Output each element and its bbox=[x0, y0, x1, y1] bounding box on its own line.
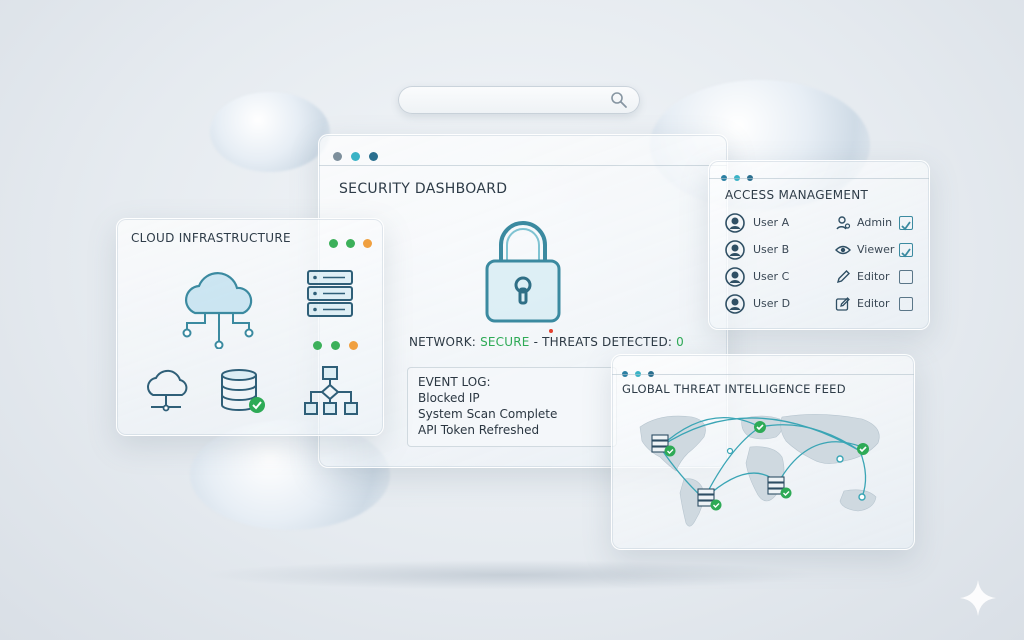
user-avatar-icon bbox=[725, 294, 745, 314]
threats-detected-label: THREATS DETECTED: bbox=[542, 335, 677, 349]
titlebar-divider bbox=[319, 165, 727, 166]
cloud-infrastructure-title: CLOUD INFRASTRUCTURE bbox=[131, 231, 291, 245]
event-log-heading: EVENT LOG: bbox=[418, 375, 491, 389]
permission-checkbox-unchecked[interactable] bbox=[899, 297, 913, 311]
cloud-upload-icon bbox=[141, 369, 191, 413]
permission-checkbox-checked[interactable] bbox=[899, 216, 913, 231]
window-dot-orange[interactable] bbox=[363, 239, 373, 248]
cloud-infrastructure-window: CLOUD INFRASTRUCTURE bbox=[116, 218, 384, 436]
window-controls bbox=[333, 146, 379, 165]
status-dot-orange bbox=[349, 341, 359, 350]
event-log-entry: API Token Refreshed bbox=[418, 423, 540, 437]
user-row[interactable]: User B Viewer bbox=[709, 238, 929, 264]
window-controls bbox=[721, 166, 754, 185]
cloud-decoration-top-left bbox=[210, 92, 330, 172]
pencil-icon bbox=[835, 269, 851, 285]
network-status-value: SECURE bbox=[480, 335, 530, 349]
titlebar-divider bbox=[612, 374, 914, 375]
edit-icon bbox=[835, 296, 851, 312]
threat-feed-window: GLOBAL THREAT INTELLIGENCE FEED bbox=[611, 354, 915, 550]
threats-detected-value: 0 bbox=[676, 335, 685, 349]
admin-user-icon bbox=[835, 215, 851, 231]
window-dot-green[interactable] bbox=[329, 239, 338, 248]
server-status-dots bbox=[313, 335, 359, 354]
event-log-entry: System Scan Complete bbox=[418, 407, 558, 421]
status-dot-green bbox=[331, 341, 341, 350]
event-log-box: EVENT LOG: Blocked IP System Scan Comple… bbox=[407, 367, 617, 447]
user-avatar-icon bbox=[725, 213, 745, 233]
network-status-label: NETWORK: bbox=[409, 335, 481, 349]
window-dot-gray[interactable] bbox=[333, 152, 342, 161]
user-row[interactable]: User C Editor bbox=[709, 265, 929, 291]
access-management-window: ACCESS MANAGEMENT User A Admin User B Vi… bbox=[708, 160, 930, 330]
permission-checkbox-checked[interactable] bbox=[899, 243, 913, 258]
user-row[interactable]: User A Admin bbox=[709, 211, 929, 237]
user-role: Viewer bbox=[857, 243, 895, 256]
search-icon[interactable] bbox=[610, 91, 628, 109]
cloud-network-icon bbox=[175, 269, 263, 349]
user-avatar-icon bbox=[725, 240, 745, 260]
search-bar[interactable] bbox=[398, 86, 640, 114]
user-role: Editor bbox=[857, 297, 890, 310]
threat-feed-title: GLOBAL THREAT INTELLIGENCE FEED bbox=[622, 382, 846, 396]
status-dot-green bbox=[313, 341, 322, 350]
user-avatar-icon bbox=[725, 267, 745, 287]
user-name: User B bbox=[753, 243, 790, 256]
window-dot-green[interactable] bbox=[346, 239, 356, 248]
eye-icon bbox=[835, 243, 851, 257]
security-dashboard-title: SECURITY DASHBOARD bbox=[339, 181, 508, 197]
window-dot-blue[interactable] bbox=[369, 152, 379, 161]
world-map-icon bbox=[630, 407, 902, 543]
flowchart-icon bbox=[303, 365, 359, 417]
network-status-line: NETWORK: SECURE - THREATS DETECTED: 0 bbox=[409, 335, 684, 349]
event-log-entry: Blocked IP bbox=[418, 391, 480, 405]
user-name: User C bbox=[753, 270, 790, 283]
alert-indicator-dot bbox=[549, 329, 553, 333]
user-role: Admin bbox=[857, 216, 893, 229]
padlock-icon bbox=[483, 215, 563, 325]
window-dot-teal[interactable] bbox=[351, 152, 361, 161]
window-controls bbox=[329, 233, 373, 252]
search-input[interactable] bbox=[410, 90, 604, 112]
user-role: Editor bbox=[857, 270, 890, 283]
titlebar-divider bbox=[709, 178, 929, 179]
user-list: User A Admin User B Viewer User C Editor… bbox=[709, 211, 929, 321]
window-controls bbox=[622, 362, 655, 381]
floor-shadow bbox=[200, 560, 820, 590]
access-management-title: ACCESS MANAGEMENT bbox=[725, 188, 869, 202]
server-rack-icon bbox=[305, 269, 355, 325]
user-row[interactable]: User D Editor bbox=[709, 292, 929, 318]
database-icon bbox=[219, 367, 269, 417]
user-name: User A bbox=[753, 216, 790, 229]
status-separator: - bbox=[529, 335, 543, 349]
permission-checkbox-unchecked[interactable] bbox=[899, 270, 913, 284]
user-name: User D bbox=[753, 297, 791, 310]
sparkle-icon bbox=[958, 578, 998, 618]
